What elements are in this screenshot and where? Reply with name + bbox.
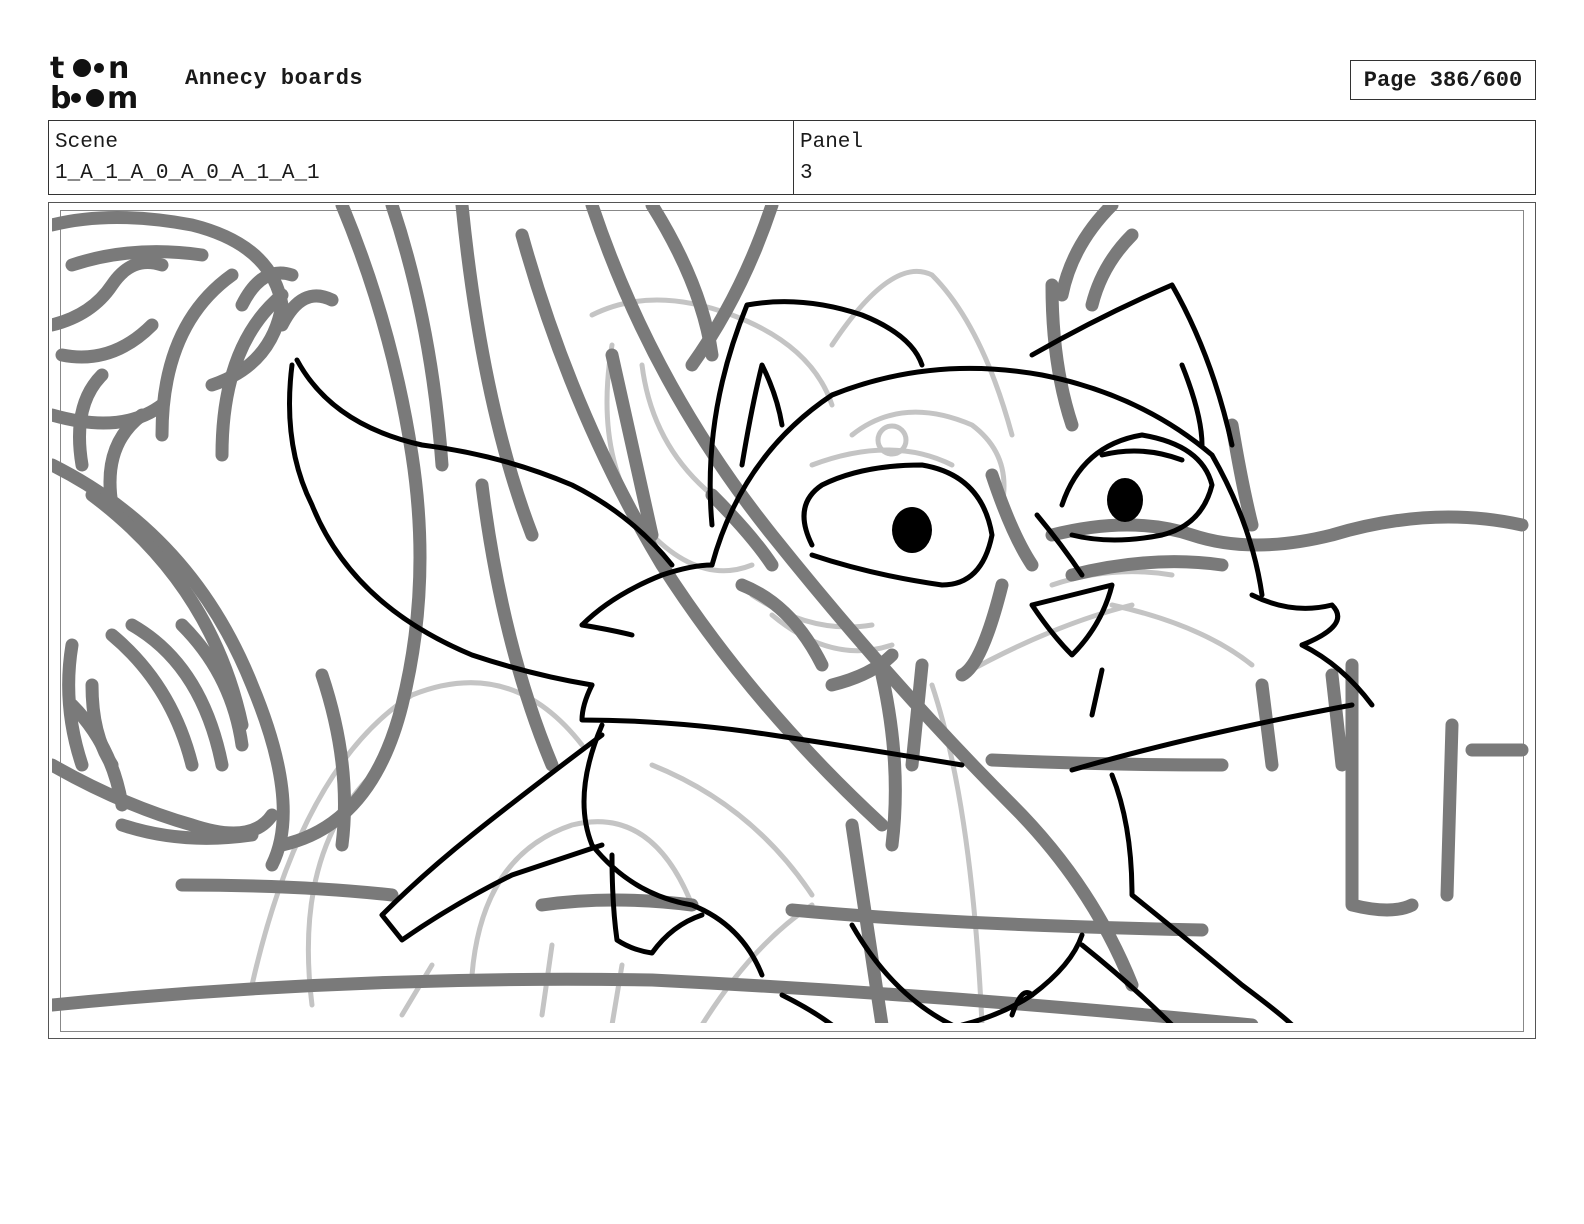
panel-value: 3 [800, 162, 813, 185]
svg-text:m: m [107, 81, 138, 112]
toon-boom-logo-icon: t n b m [50, 51, 138, 112]
scene-value: 1_A_1_A_0_A_0_A_1_A_1 [55, 162, 320, 185]
storyboard-sketch [52, 205, 1529, 1023]
svg-text:b: b [50, 81, 71, 112]
panel-cell: Panel 3 [794, 121, 1535, 194]
page-indicator: Page 386/600 [1350, 60, 1536, 100]
document-title: Annecy boards [185, 66, 364, 91]
scene-label: Scene [55, 131, 119, 154]
scene-cell: Scene 1_A_1_A_0_A_0_A_1_A_1 [49, 121, 794, 194]
scene-panel-table: Scene 1_A_1_A_0_A_0_A_1_A_1 Panel 3 [48, 120, 1536, 195]
panel-label: Panel [800, 131, 864, 154]
